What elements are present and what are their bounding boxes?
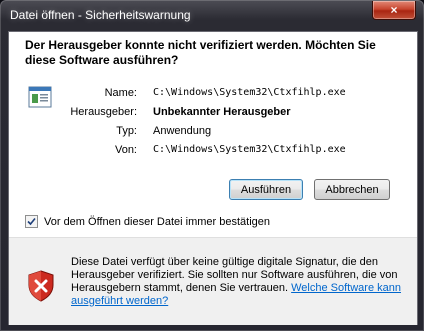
warning-heading: Der Herausgeber konnte nicht verifiziert… <box>25 38 376 67</box>
close-button[interactable]: × <box>372 1 416 20</box>
always-confirm-checkbox[interactable] <box>25 215 38 228</box>
always-confirm-option[interactable]: Vor dem Öffnen dieser Datei immer bestät… <box>25 215 270 228</box>
type-value: Anwendung <box>153 125 212 137</box>
dialog-window: Datei öffnen - Sicherheitswarnung × Der … <box>0 0 424 331</box>
publisher-value: Unbekannter Herausgeber <box>153 106 291 118</box>
type-label: Typ: <box>116 125 137 137</box>
name-label: Name: <box>104 87 137 99</box>
footer-message: Diese Datei verfügt über keine gültige d… <box>71 256 403 308</box>
publisher-label: Herausgeber: <box>70 106 137 118</box>
from-label: Von: <box>114 144 137 156</box>
dialog-client-area: Der Herausgeber konnte nicht verifiziert… <box>8 31 418 325</box>
cancel-button[interactable]: Abbrechen <box>314 179 390 200</box>
security-warning-shield-icon <box>28 270 54 302</box>
application-file-icon <box>28 86 52 108</box>
close-icon: × <box>390 3 398 17</box>
always-confirm-label: Vor dem Öffnen dieser Datei immer bestät… <box>44 215 271 228</box>
window-title: Datei öffnen - Sicherheitswarnung <box>10 8 191 22</box>
checkmark-icon <box>27 217 36 226</box>
from-value: C:\Windows\System32\Ctxfihlp.exe <box>153 144 346 155</box>
warning-footer: Diese Datei verfügt über keine gültige d… <box>9 237 417 325</box>
run-button[interactable]: Ausführen <box>229 179 303 200</box>
name-value: C:\Windows\System32\Ctxfihlp.exe <box>153 87 346 98</box>
